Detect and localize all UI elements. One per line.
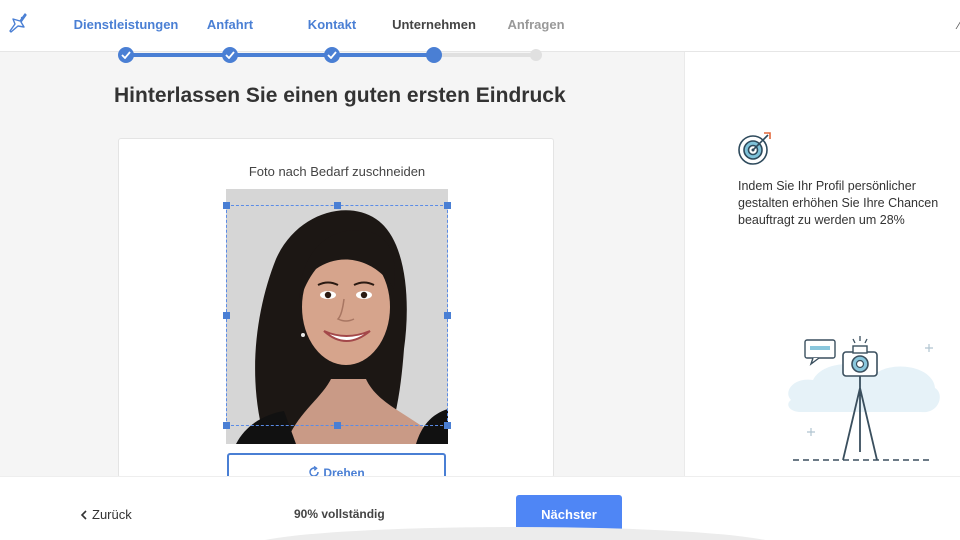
footer-bar: Zurück 90% vollständig Nächster — [0, 476, 960, 540]
stepper-track-fill — [126, 53, 434, 57]
check-icon — [225, 51, 235, 59]
step-dot-anfahrt — [222, 47, 238, 63]
photo-crop-card: Foto nach Bedarf zuschneiden Drehen — [118, 138, 554, 493]
stepper: Dienstleistungen Anfahrt Kontakt Unterne… — [0, 0, 960, 52]
step-unternehmen[interactable]: Unternehmen — [392, 17, 476, 32]
step-dienstleistungen[interactable]: Dienstleistungen — [74, 17, 179, 32]
crop-handle-right[interactable] — [444, 312, 451, 319]
crop-frame[interactable] — [223, 202, 451, 429]
check-icon — [327, 51, 337, 59]
crop-handle-bottom[interactable] — [334, 422, 341, 429]
step-anfragen: Anfragen — [507, 17, 565, 32]
page-title: Hinterlassen Sie einen guten ersten Eind… — [114, 84, 566, 107]
crop-handle-top[interactable] — [334, 202, 341, 209]
chevron-left-icon — [80, 510, 87, 520]
step-kontakt[interactable]: Kontakt — [308, 17, 356, 32]
tip-text: Indem Sie Ihr Profil persönlicher gestal… — [738, 179, 939, 227]
crop-instruction: Foto nach Bedarf zuschneiden — [248, 164, 426, 179]
crop-handle-left[interactable] — [223, 312, 230, 319]
crop-handle-bottom-right[interactable] — [444, 422, 451, 429]
step-dot-kontakt — [324, 47, 340, 63]
check-icon — [121, 51, 131, 59]
back-link[interactable]: Zurück — [80, 507, 132, 522]
step-dot-unternehmen — [426, 47, 442, 63]
camera-tripod-illustration — [788, 336, 940, 461]
step-dot-dienstleistungen — [118, 47, 134, 63]
crop-handle-top-right[interactable] — [444, 202, 451, 209]
top-navigation: Dienstleistungen Anfahrt Kontakt Unterne… — [0, 0, 960, 52]
crop-handle-top-left[interactable] — [223, 202, 230, 209]
step-anfahrt[interactable]: Anfahrt — [207, 17, 253, 32]
progress-status: 90% vollständig — [294, 507, 385, 521]
back-label: Zurück — [92, 507, 132, 522]
crop-handle-bottom-left[interactable] — [223, 422, 230, 429]
step-dot-anfragen — [530, 49, 542, 61]
tips-panel: Indem Sie Ihr Profil persönlicher gestal… — [684, 52, 960, 476]
target-icon — [738, 132, 771, 165]
footer-decoration — [248, 527, 782, 540]
